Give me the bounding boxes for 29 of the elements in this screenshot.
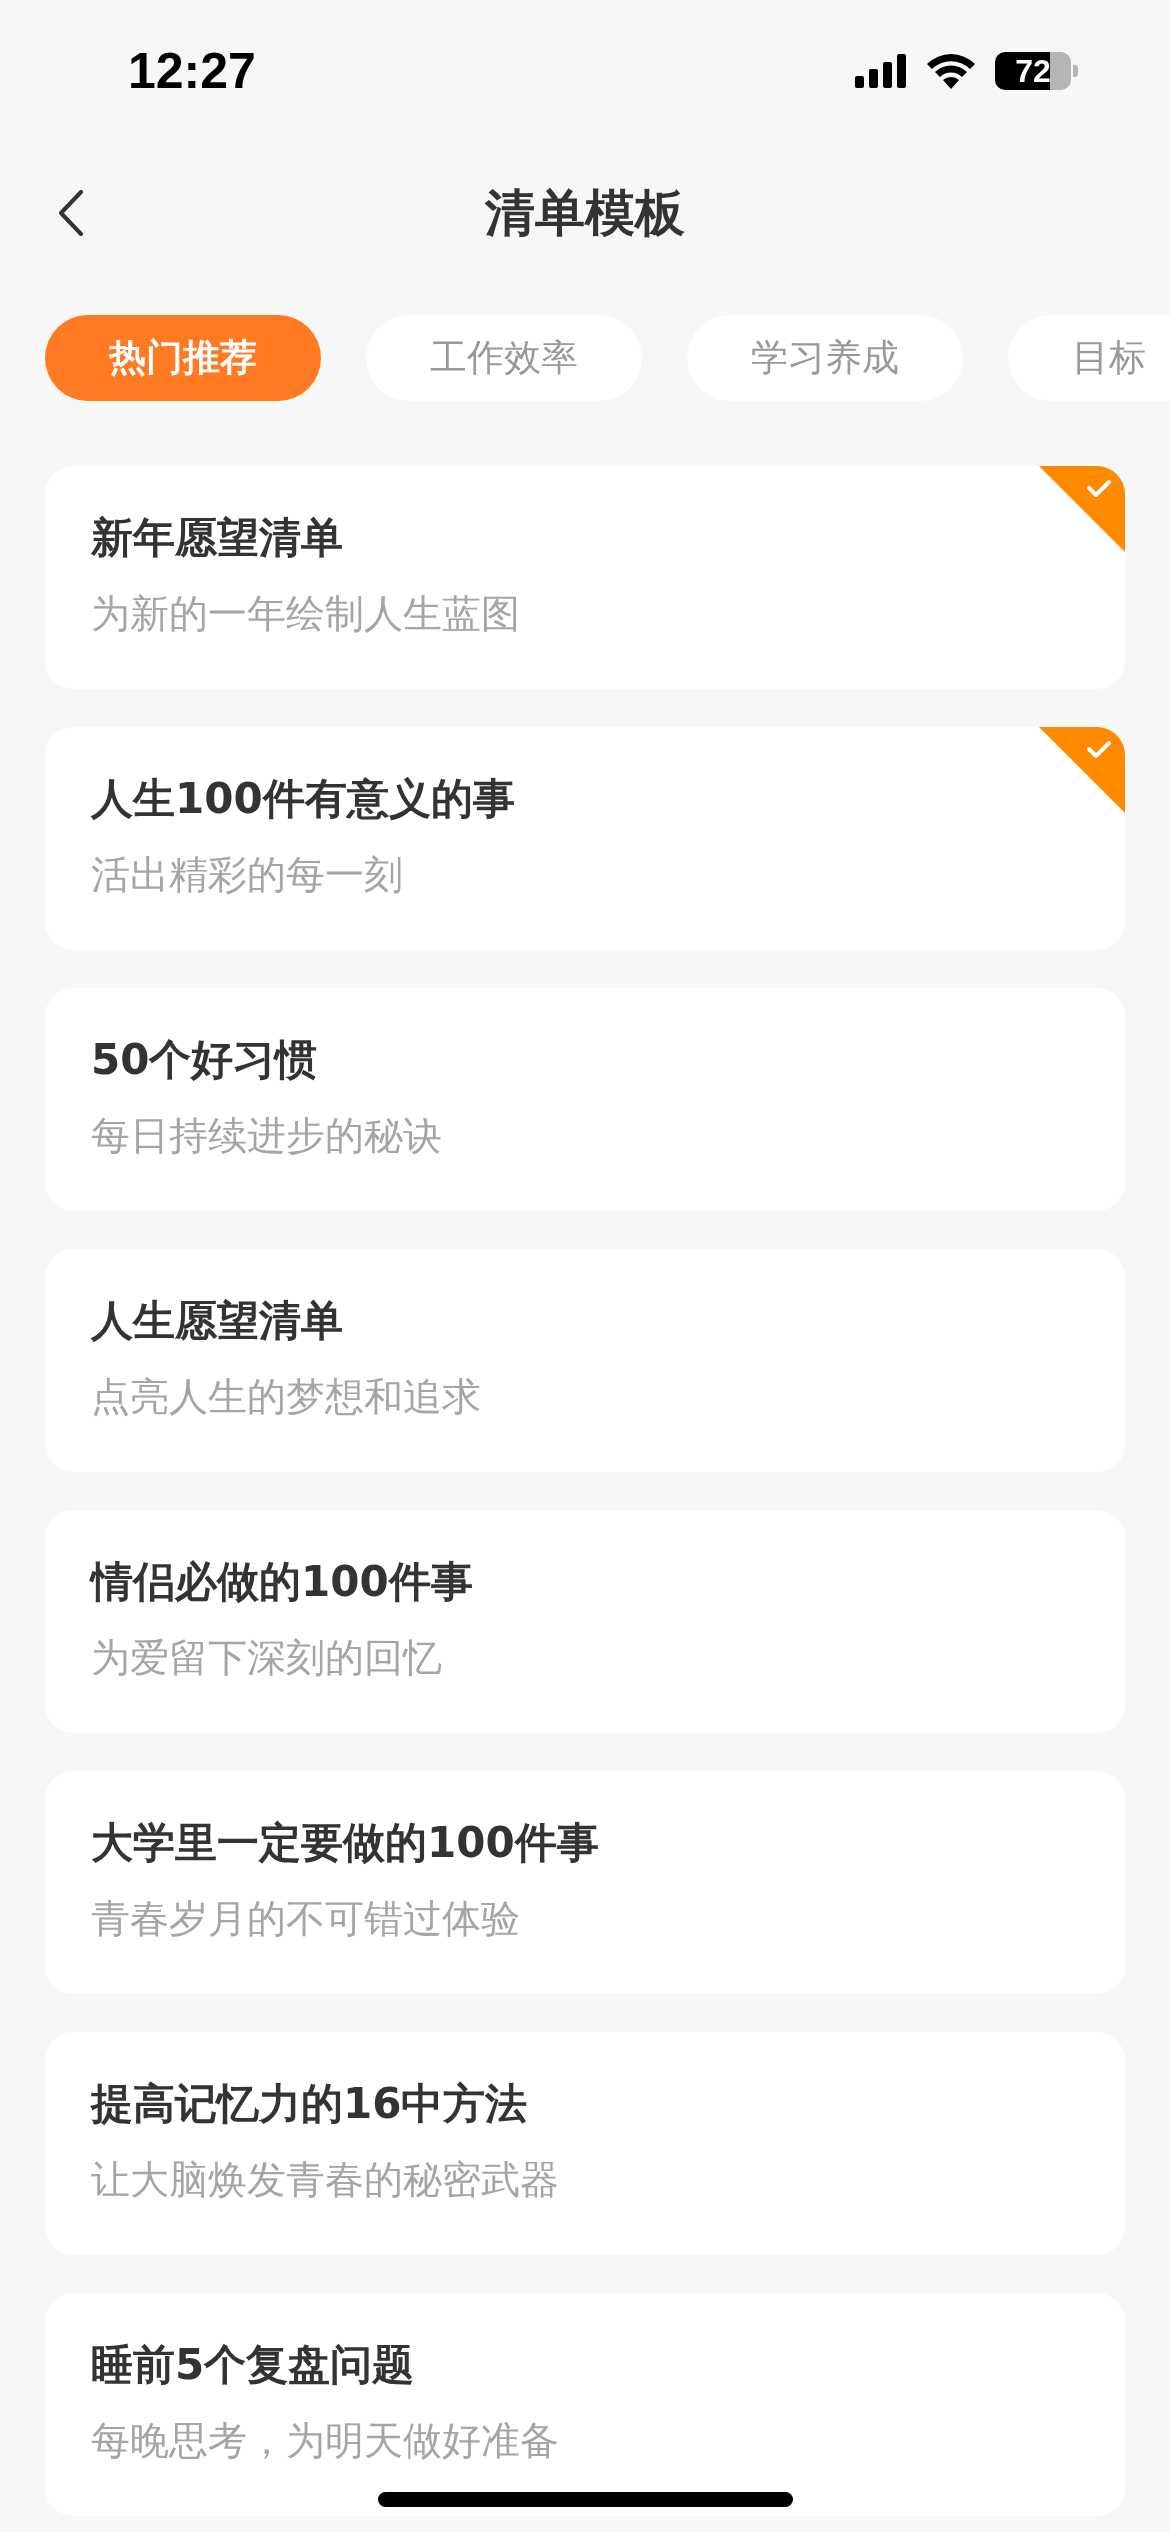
template-card[interactable]: 大学里一定要做的100件事 青春岁月的不可错过体验 [45,1771,1125,1994]
template-title: 睡前5个复盘问题 [91,2339,416,2391]
template-title: 人生愿望清单 [91,1295,344,1347]
template-title: 50个好习惯 [91,1034,319,1086]
template-card[interactable]: 睡前5个复盘问题 每晚思考，为明天做好准备 [45,2293,1125,2516]
template-card[interactable]: 人生100件有意义的事 活出精彩的每一刻 [45,727,1125,950]
template-card[interactable]: 50个好习惯 每日持续进步的秘诀 [45,988,1125,1211]
template-subtitle: 让大脑焕发青春的秘密武器 [91,2156,560,2204]
page-title: 清单模板 [485,182,685,244]
template-title: 新年愿望清单 [91,512,344,564]
template-subtitle: 点亮人生的梦想和追求 [91,1373,482,1421]
template-title: 提高记忆力的16中方法 [91,2078,529,2130]
wifi-icon [927,53,975,89]
template-subtitle: 每日持续进步的秘诀 [91,1112,443,1160]
template-subtitle: 为爱留下深刻的回忆 [91,1634,443,1682]
template-subtitle: 活出精彩的每一刻 [91,851,404,899]
template-title: 人生100件有意义的事 [91,773,516,825]
back-icon[interactable] [58,190,84,236]
signal-icon [855,54,907,88]
template-card[interactable]: 新年愿望清单 为新的一年绘制人生蓝图 [45,466,1125,689]
template-title: 情侣必做的100件事 [91,1556,474,1608]
template-title: 大学里一定要做的100件事 [91,1817,600,1869]
template-subtitle: 为新的一年绘制人生蓝图 [91,590,521,638]
template-card[interactable]: 提高记忆力的16中方法 让大脑焕发青春的秘密武器 [45,2032,1125,2255]
template-card[interactable]: 情侣必做的100件事 为爱留下深刻的回忆 [45,1510,1125,1733]
template-card[interactable]: 人生愿望清单 点亮人生的梦想和追求 [45,1249,1125,1472]
template-subtitle: 每晚思考，为明天做好准备 [91,2417,560,2465]
template-subtitle: 青春岁月的不可错过体验 [91,1895,521,1943]
status-time: 12:27 [128,42,256,100]
